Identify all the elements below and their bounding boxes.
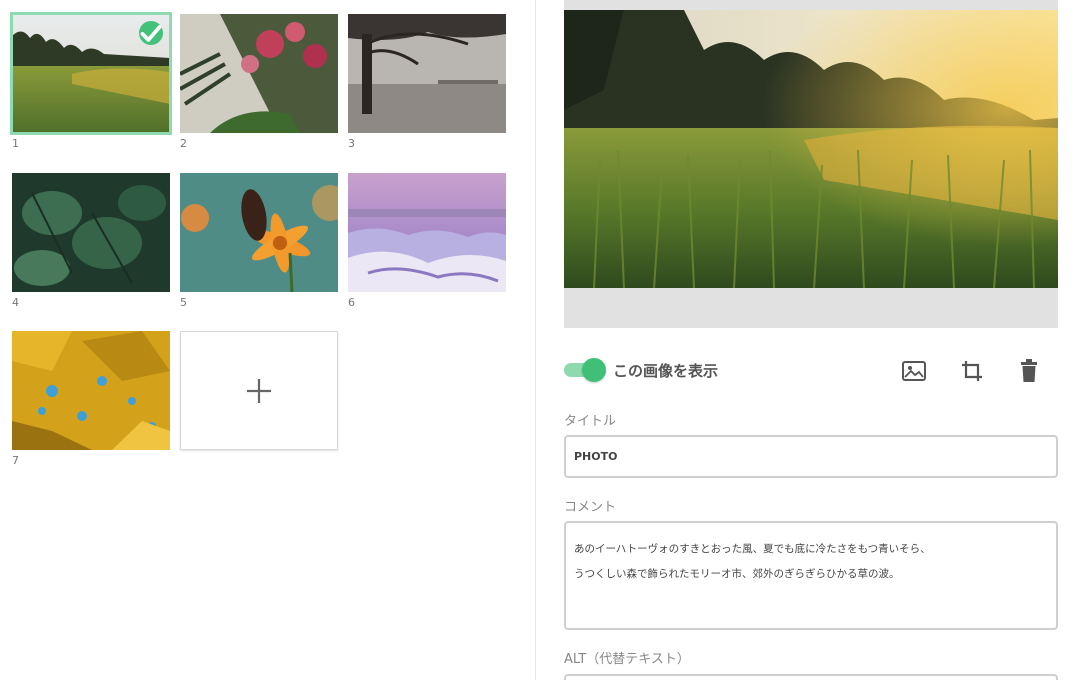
alt-label: ALT（代替テキスト） [564,652,690,667]
crop-button[interactable] [958,357,986,385]
gallery-thumbnail-4[interactable] [12,173,170,292]
thumbnail-number: 4 [12,296,19,309]
thumbnail-number: 6 [348,296,355,309]
title-field[interactable]: PHOTO [564,435,1058,478]
alt-field[interactable] [564,674,1058,680]
thumbnail-number: 7 [12,454,19,467]
thumbnail-image [12,173,170,292]
gallery-thumbnail-6[interactable] [348,173,506,292]
title-label: タイトル [564,414,617,429]
thumbnail-number: 2 [180,137,187,150]
show-image-toggle[interactable] [564,358,606,382]
selected-check-icon [139,21,163,45]
add-image-button[interactable] [180,331,338,450]
image-gallery: 1 2 3 4 5 6 7 [0,0,536,680]
gallery-thumbnail-5[interactable] [180,173,338,292]
panel-divider [535,0,536,680]
comment-line: うつくしい森で飾られたモリーオ市、郊外のぎらぎらひかる草の波。 [574,568,900,580]
plus-icon [247,378,271,403]
thumbnail-number: 1 [12,137,19,150]
thumbnail-image [12,331,170,450]
gallery-thumbnail-1[interactable] [10,12,172,135]
comment-label: コメント [564,500,617,515]
toggle-knob [582,358,606,382]
title-value: PHOTO [574,450,618,463]
image-preview [564,10,1058,288]
delete-button[interactable] [1015,357,1043,385]
thumbnail-number: 3 [348,137,355,150]
gallery-thumbnail-2[interactable] [180,14,338,133]
gallery-thumbnail-3[interactable] [348,14,506,133]
comment-line: あのイーハトーヴォのすきとおった風、夏でも底に冷たさをもつ青いそら、 [574,543,931,555]
comment-field[interactable]: あのイーハトーヴォのすきとおった風、夏でも底に冷たさをもつ青いそら、 うつくしい… [564,521,1058,630]
thumbnail-image [348,14,506,133]
trash-icon [1021,359,1037,382]
thumbnail-image [180,173,338,292]
gallery-thumbnail-7[interactable] [12,331,170,450]
thumbnail-image [180,14,338,133]
image-icon [902,361,926,381]
replace-image-button[interactable] [900,357,928,385]
crop-icon [962,361,982,381]
show-image-label: この画像を表示 [613,362,719,380]
thumbnail-number: 5 [180,296,187,309]
thumbnail-image [348,173,506,292]
